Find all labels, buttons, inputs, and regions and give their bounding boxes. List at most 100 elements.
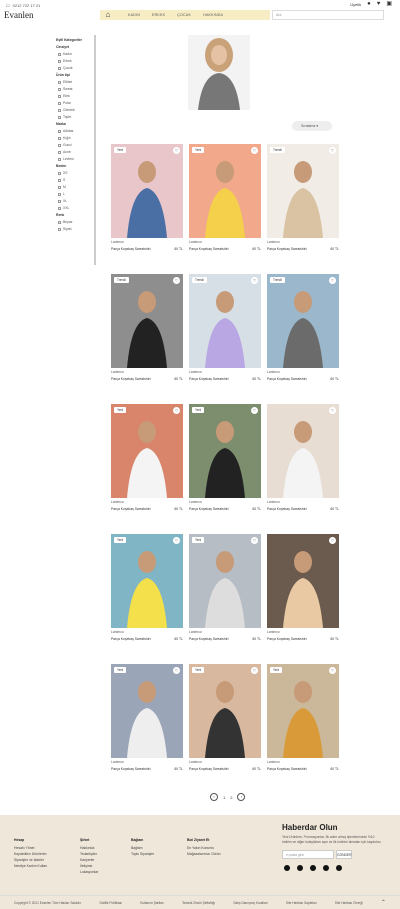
- checkbox[interactable]: [58, 178, 61, 182]
- checkbox[interactable]: [58, 227, 61, 231]
- product-name[interactable]: Parça Koşekaş Sweatshirt: [189, 247, 229, 251]
- favorite-heart-icon[interactable]: ♡: [251, 407, 258, 414]
- checkbox[interactable]: [58, 220, 61, 224]
- product-name[interactable]: Parça Koşekaş Sweatshirt: [111, 767, 151, 771]
- checkbox[interactable]: [58, 192, 61, 196]
- product-card[interactable]: Yeni ♡ Lanimco Parça Koşekaş Sweatshirt 60 T…: [267, 664, 339, 771]
- product-name[interactable]: Parça Koşekaş Sweatshirt: [189, 377, 229, 381]
- product-image[interactable]: Yeni ♡: [189, 144, 261, 238]
- filter-option[interactable]: XXL: [58, 206, 94, 210]
- filter-option[interactable]: M: [58, 185, 94, 189]
- heart-icon[interactable]: ♥: [377, 1, 381, 7]
- product-image[interactable]: ♡: [267, 534, 339, 628]
- filter-option[interactable]: Çocuk: [58, 66, 94, 70]
- footer-bottom-link[interactable]: Site Haritası Sayfaları: [286, 901, 317, 905]
- checkbox[interactable]: [58, 87, 61, 91]
- footer-link[interactable]: Toplu Siparişler: [131, 851, 154, 857]
- favorite-heart-icon[interactable]: ♡: [329, 277, 336, 284]
- checkbox[interactable]: [58, 80, 61, 84]
- checkbox[interactable]: [58, 101, 61, 105]
- product-name[interactable]: Parça Koşekaş Sweatshirt: [111, 637, 151, 641]
- page-2[interactable]: 2: [230, 795, 232, 800]
- product-image[interactable]: Trendl ♡: [267, 274, 339, 368]
- product-name[interactable]: Parça Koşekaş Sweatshirt: [189, 637, 229, 641]
- filter-option[interactable]: Gömlek: [58, 108, 94, 112]
- product-name[interactable]: Parça Koşekaş Sweatshirt: [189, 767, 229, 771]
- footer-bottom-link[interactable]: Satış Danışmış Kuralları: [233, 901, 267, 905]
- product-card[interactable]: Yeni ♡ Lanimco Parça Koşekaş Sweatshirt 60 T…: [111, 664, 183, 771]
- filter-option[interactable]: XS: [58, 171, 94, 175]
- prev-page-icon[interactable]: ‹: [210, 793, 218, 801]
- product-image[interactable]: Yeni ♡: [267, 664, 339, 758]
- filter-option[interactable]: Elbise: [58, 80, 94, 84]
- checkbox[interactable]: [58, 157, 61, 161]
- product-name[interactable]: Parça Koşekaş Sweatshirt: [267, 637, 307, 641]
- filter-option[interactable]: Sweat: [58, 87, 94, 91]
- product-name[interactable]: Parça Koşekaş Sweatshirt: [267, 377, 307, 381]
- product-image[interactable]: Trendl ♡: [111, 274, 183, 368]
- cart-icon[interactable]: ▣: [386, 1, 392, 7]
- filter-option[interactable]: S: [58, 178, 94, 182]
- checkbox[interactable]: [58, 171, 61, 175]
- favorite-heart-icon[interactable]: ♡: [329, 537, 336, 544]
- twitter-icon[interactable]: [323, 865, 329, 871]
- product-image[interactable]: Yeni ♡: [189, 534, 261, 628]
- product-name[interactable]: Parça Koşekaş Sweatshirt: [267, 507, 307, 511]
- nav-hakkinda[interactable]: HAKKINDA: [203, 13, 223, 17]
- favorite-heart-icon[interactable]: ♡: [173, 147, 180, 154]
- product-card[interactable]: Trendl ♡ Lanimco Parça Koşekaş Sweatshirt 60…: [267, 144, 339, 251]
- footer-link[interactable]: Nerdiye Kartım Kullan: [14, 863, 47, 869]
- filter-option[interactable]: Siyah: [58, 227, 94, 231]
- product-card[interactable]: Yeni ♡ Lanimco Parça Koşekaş Sweatshirt 60 T…: [189, 404, 261, 511]
- checkbox[interactable]: [58, 129, 61, 133]
- product-card[interactable]: Yeni ♡ Lanimco Parça Koşekaş Sweatshirt 60 T…: [111, 144, 183, 251]
- favorite-heart-icon[interactable]: ♡: [251, 667, 258, 674]
- user-label[interactable]: Üyelik: [350, 2, 361, 7]
- product-card[interactable]: Yeni ♡ Lanimco Parça Koşekaş Sweatshirt 60 T…: [189, 534, 261, 641]
- nav-kadin[interactable]: KADIN: [128, 13, 140, 17]
- filter-option[interactable]: Kığılı: [58, 136, 94, 140]
- product-image[interactable]: Yeni ♡: [111, 664, 183, 758]
- filter-option[interactable]: Levimo: [58, 157, 94, 161]
- checkbox[interactable]: [58, 115, 61, 119]
- scroll-top-icon[interactable]: ⌃: [381, 899, 386, 906]
- checkbox[interactable]: [58, 150, 61, 154]
- product-name[interactable]: Parça Koşekaş Sweatshirt: [267, 247, 307, 251]
- product-card[interactable]: Yeni ♡ Lanimco Parça Koşekaş Sweatshirt 60 T…: [189, 144, 261, 251]
- facebook-icon[interactable]: [284, 865, 290, 871]
- filter-option[interactable]: Etek: [58, 94, 94, 98]
- sort-dropdown[interactable]: Sıralama ▾: [292, 121, 332, 131]
- checkbox[interactable]: [58, 52, 61, 56]
- favorite-heart-icon[interactable]: ♡: [173, 277, 180, 284]
- home-icon[interactable]: ⌂: [100, 10, 116, 20]
- filter-option[interactable]: L: [58, 192, 94, 196]
- filter-option[interactable]: Beyaz: [58, 220, 94, 224]
- product-name[interactable]: Parça Koşekaş Sweatshirt: [267, 767, 307, 771]
- product-name[interactable]: Parça Koşekaş Sweatshirt: [189, 507, 229, 511]
- product-name[interactable]: Parça Koşekaş Sweatshirt: [111, 377, 151, 381]
- footer-link[interactable]: Mağazalarımızı Görün: [187, 851, 221, 857]
- product-image[interactable]: Yeni ♡: [111, 534, 183, 628]
- send-button[interactable]: GÖNDER: [336, 850, 352, 859]
- page-1[interactable]: 1: [223, 795, 225, 800]
- favorite-heart-icon[interactable]: ♡: [329, 147, 336, 154]
- filter-option[interactable]: Polar: [58, 101, 94, 105]
- favorite-heart-icon[interactable]: ♡: [173, 537, 180, 544]
- checkbox[interactable]: [58, 199, 61, 203]
- checkbox[interactable]: [58, 108, 61, 112]
- product-card[interactable]: Trendl ♡ Lanimco Parça Koşekaş Sweatshirt 60…: [267, 274, 339, 381]
- filter-option[interactable]: Gucci: [58, 143, 94, 147]
- message-icon[interactable]: [310, 865, 316, 871]
- footer-bottom-link[interactable]: Site Haritası Örneği: [335, 901, 363, 905]
- favorite-heart-icon[interactable]: ♡: [251, 147, 258, 154]
- product-card[interactable]: Yeni ♡ Lanimco Parça Koşekaş Sweatshirt 60 T…: [111, 404, 183, 511]
- nav-erkek[interactable]: ERKEK: [152, 13, 165, 17]
- product-name[interactable]: Parça Koşekaş Sweatshirt: [111, 507, 151, 511]
- logo[interactable]: Evanlen: [4, 10, 34, 21]
- checkbox[interactable]: [58, 94, 61, 98]
- hero-banner[interactable]: [188, 35, 250, 110]
- filter-option[interactable]: Adidas: [58, 129, 94, 133]
- product-image[interactable]: Yeni ♡: [189, 404, 261, 498]
- footer-bottom-link[interactable]: Gizlilik Politikası: [99, 901, 122, 905]
- product-image[interactable]: Trendl ♡: [267, 144, 339, 238]
